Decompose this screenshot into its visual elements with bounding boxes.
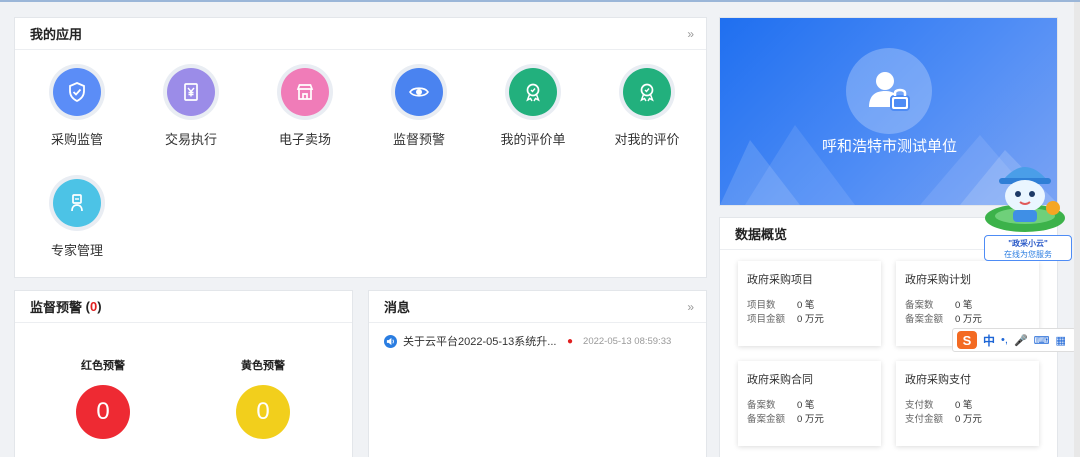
vertical-scrollbar[interactable]	[1074, 2, 1080, 457]
card-value: 0 笔	[955, 300, 973, 311]
red-warning-label: 红色预警	[81, 360, 125, 372]
unread-dot-icon: ●	[567, 335, 574, 347]
sogou-logo-icon[interactable]: S	[957, 331, 977, 349]
card-key: 备案数	[747, 400, 776, 411]
assistant-mascot[interactable]: "政采小云" 在线为您服务	[975, 152, 1075, 264]
message-title[interactable]: 关于云平台2022-05-13系统升...	[403, 333, 563, 349]
mascot-name: "政采小云"	[1008, 239, 1048, 248]
badge-ribbon-icon	[623, 68, 671, 116]
app-jiandu-yujing[interactable]: 监督预警	[369, 64, 469, 148]
keyboard-icon[interactable]: ⌨	[1034, 334, 1050, 347]
red-warning[interactable]: 红色预警 0	[43, 357, 163, 439]
app-label: 对我的评价	[614, 132, 680, 147]
badge-ribbon-icon	[509, 68, 557, 116]
app-zhuanjia-guanli[interactable]: 专家管理	[27, 175, 127, 259]
yellow-warning-label: 黄色预警	[241, 360, 285, 372]
card-title: 政府采购计划	[905, 274, 971, 286]
my-apps-panel: 我的应用 » 采购监管 交易执行 电子卖场 监督预警 我的评价单 对我的评价 专…	[14, 17, 707, 278]
ime-lang-toggle[interactable]: 中	[983, 332, 995, 349]
my-apps-header: 我的应用 »	[15, 18, 706, 50]
card-title: 政府采购项目	[747, 274, 813, 286]
card-key: 项目金额	[747, 314, 786, 325]
speaker-icon	[384, 334, 397, 348]
app-label: 专家管理	[50, 243, 103, 258]
app-label: 交易执行	[164, 132, 217, 147]
card-title: 政府采购合同	[747, 374, 813, 386]
mascot-character-icon	[985, 167, 1065, 232]
card-key: 备案数	[905, 300, 934, 311]
storefront-icon	[281, 68, 329, 116]
card-key: 备案金额	[747, 414, 786, 425]
message-item[interactable]: 关于云平台2022-05-13系统升... ● 2022-05-13 08:59…	[384, 333, 694, 349]
app-jiaoyi-zhixing[interactable]: 交易执行	[141, 64, 241, 148]
messages-title: 消息	[384, 300, 411, 315]
user-lock-icon	[846, 48, 932, 134]
supervision-warning-panel: 监督预警 (0) 红色预警 0 黄色预警 0	[14, 290, 353, 457]
mascot-label[interactable]: "政采小云" 在线为您服务	[984, 235, 1072, 261]
overview-card-contract[interactable]: 政府采购合同 备案数 0 笔 备案金额 0 万元	[738, 361, 881, 446]
yellow-warning-value: 0	[236, 385, 290, 439]
app-label: 采购监管	[50, 132, 103, 147]
expert-person-icon	[53, 179, 101, 227]
card-key: 项目数	[747, 300, 776, 311]
message-time: 2022-05-13 08:59:33	[583, 335, 672, 347]
yellow-warning[interactable]: 黄色预警 0	[203, 357, 323, 439]
app-wode-pingjiadan[interactable]: 我的评价单	[483, 64, 583, 148]
card-value: 0 万元	[797, 314, 824, 325]
app-label: 电子卖场	[278, 132, 331, 147]
warning-header: 监督预警 (0)	[15, 291, 352, 323]
apps-grid-icon[interactable]: ▦	[1056, 334, 1066, 347]
yen-document-icon	[167, 68, 215, 116]
card-key: 备案金额	[905, 314, 944, 325]
microphone-icon[interactable]: 🎤	[1014, 334, 1028, 347]
messages-more-icon[interactable]: »	[687, 300, 694, 314]
my-apps-title: 我的应用	[30, 27, 83, 42]
my-apps-more-icon[interactable]: »	[687, 27, 694, 41]
card-value: 0 万元	[955, 314, 982, 325]
card-title: 政府采购支付	[905, 374, 971, 386]
app-dui-wode-pingjia[interactable]: 对我的评价	[597, 64, 697, 148]
card-value: 0 笔	[955, 400, 973, 411]
card-value: 0 万元	[955, 414, 982, 425]
app-caigou-jianguan[interactable]: 采购监管	[27, 64, 127, 148]
warning-count: 0	[89, 299, 98, 314]
app-label: 我的评价单	[500, 132, 566, 147]
punctuation-icon[interactable]: •,	[1001, 334, 1008, 346]
overview-card-payment[interactable]: 政府采购支付 支付数 0 笔 支付金额 0 万元	[896, 361, 1039, 446]
card-value: 0 笔	[797, 300, 815, 311]
card-key: 支付数	[905, 400, 934, 411]
data-overview-title: 数据概览	[735, 227, 788, 242]
mascot-tagline: 在线为您服务	[1004, 250, 1052, 259]
shield-check-icon	[53, 68, 101, 116]
card-value: 0 万元	[797, 414, 824, 425]
app-dianzi-maichang[interactable]: 电子卖场	[255, 64, 355, 148]
warning-title: 监督预警	[30, 300, 83, 315]
eye-icon	[395, 68, 443, 116]
red-warning-value: 0	[76, 385, 130, 439]
messages-panel: 消息 » 关于云平台2022-05-13系统升... ● 2022-05-13 …	[368, 290, 707, 457]
card-value: 0 笔	[797, 400, 815, 411]
messages-header: 消息 »	[369, 291, 706, 323]
warning-count-wrapper: (0)	[82, 299, 102, 314]
card-key: 支付金额	[905, 414, 944, 425]
app-label: 监督预警	[392, 132, 445, 147]
overview-card-project[interactable]: 政府采购项目 项目数 0 笔 项目金额 0 万元	[738, 261, 881, 346]
ime-toolbar[interactable]: S 中 •, 🎤 ⌨ ▦	[952, 328, 1076, 352]
